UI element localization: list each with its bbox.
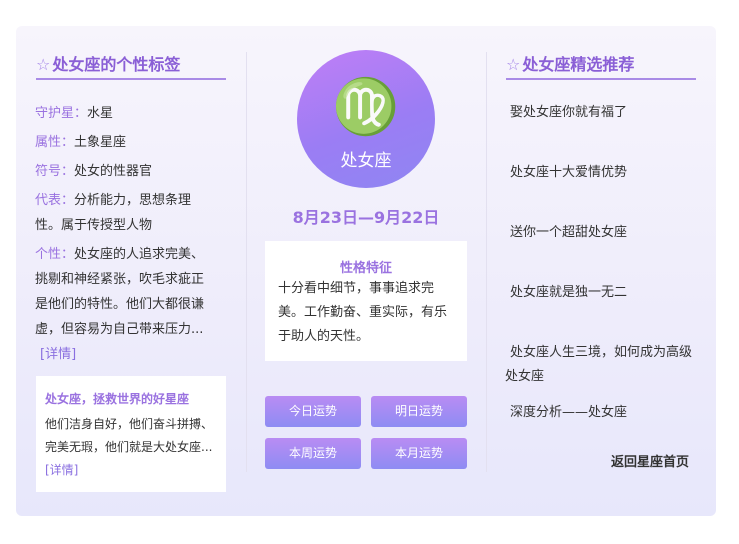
attr-label: 个性： — [35, 247, 75, 262]
featured-note-text: 他们洁身自好，他们奋斗拼搏、完美无瑕，他们就是大处女座... — [45, 417, 214, 454]
back-to-horoscope-home-link[interactable]: 返回星座首页 — [611, 451, 689, 470]
recommendation-link[interactable]: 处女座十大爱情优势 — [510, 161, 700, 185]
attr-ruling-planet: 守护星：水星 — [35, 101, 215, 126]
personality-tags-title: 处女座的个性标签 — [52, 55, 181, 74]
column-divider-right — [486, 52, 487, 472]
recommendation-link[interactable]: 处女座人生三境，如何成为高级处女座 — [505, 341, 700, 389]
featured-note-body: 他们洁身自好，他们奋斗拼搏、完美无瑕，他们就是大处女座... [详情] — [45, 413, 215, 482]
attr-label: 代表： — [35, 193, 75, 208]
recommendation-link[interactable]: 深度分析——处女座 — [510, 401, 700, 425]
attr-personality: 个性：处女座的人追求完美、挑剔和神经紧张，吹毛求疵正是他们的特性。他们大都很谦虚… — [35, 242, 215, 367]
column-divider-left — [246, 52, 247, 472]
attr-value: 土象星座 — [74, 135, 127, 150]
virgo-emblem: ♍ 处女座 — [297, 50, 435, 188]
personality-details-link[interactable]: [详情] — [40, 347, 76, 362]
attr-label: 守护星： — [35, 106, 88, 121]
month-fortune-button[interactable]: 本月运势 — [371, 438, 467, 469]
title-underline — [506, 78, 696, 80]
recommendations-heading: ☆ 处女座精选推荐 — [506, 51, 634, 75]
virgo-symbol-icon: ♍ — [332, 75, 400, 138]
featured-note-card: 处女座，拯救世界的好星座 他们洁身自好，他们奋斗拼搏、完美无瑕，他们就是大处女座… — [36, 376, 226, 492]
sign-name: 处女座 — [340, 151, 392, 171]
today-fortune-button[interactable]: 今日运势 — [265, 396, 361, 427]
attr-symbol: 符号：处女的性器官 — [35, 159, 215, 184]
traits-card: 性格特征 十分看中细节，事事追求完美。工作勤奋、重实际，有乐于助人的天性。 — [265, 241, 467, 361]
recommendation-link[interactable]: 送你一个超甜处女座 — [510, 221, 700, 245]
sign-date-range: 8月23日—9月22日 — [292, 208, 440, 227]
traits-body: 十分看中细节，事事追求完美。工作勤奋、重实际，有乐于助人的天性。 — [278, 281, 448, 344]
traits-title: 性格特征 — [339, 261, 392, 276]
tomorrow-fortune-button[interactable]: 明日运势 — [371, 396, 467, 427]
recommendation-link[interactable]: 娶处女座你就有福了 — [510, 101, 700, 125]
personality-tags-heading: ☆ 处女座的个性标签 — [36, 51, 180, 75]
featured-note-details-link[interactable]: [详情] — [45, 463, 78, 477]
attr-value: 处女的性器官 — [74, 164, 153, 179]
attr-represents: 代表：分析能力，思想条理性。属于传授型人物 — [35, 188, 215, 238]
attr-element: 属性：土象星座 — [35, 130, 215, 155]
attr-label: 属性： — [35, 135, 75, 150]
star-icon: ☆ — [506, 55, 521, 74]
title-underline — [36, 78, 226, 80]
featured-note-title[interactable]: 处女座，拯救世界的好星座 — [45, 390, 189, 407]
recommendations-title: 处女座精选推荐 — [522, 55, 635, 74]
attr-label: 符号： — [35, 164, 75, 179]
recommendation-link[interactable]: 处女座就是独一无二 — [510, 281, 700, 305]
star-icon: ☆ — [36, 55, 51, 74]
attr-value: 水星 — [87, 106, 114, 121]
week-fortune-button[interactable]: 本周运势 — [265, 438, 361, 469]
